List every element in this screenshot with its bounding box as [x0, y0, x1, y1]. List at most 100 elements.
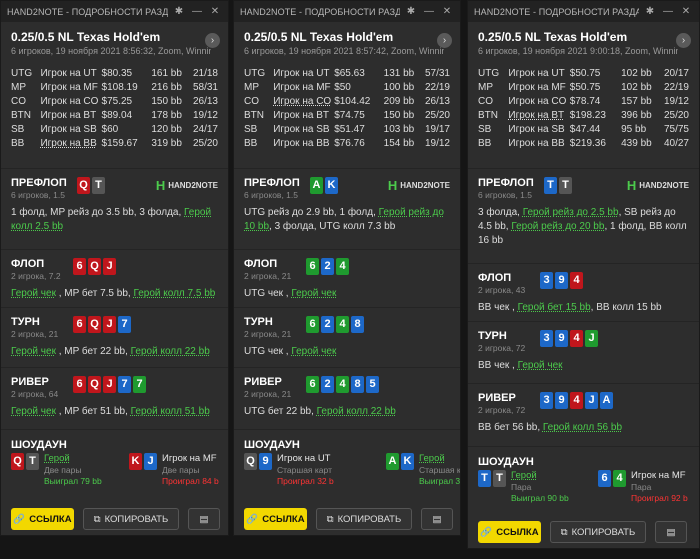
player-stack: $76.76	[334, 137, 365, 149]
river-cards: 6QJ77	[73, 376, 146, 393]
player-stack: $80.35	[101, 67, 133, 79]
player-name[interactable]: Игрок на UT	[40, 66, 101, 80]
player-position: SB	[244, 123, 258, 135]
export-button[interactable]: ▤	[188, 508, 220, 530]
copy-button[interactable]: ⧉ КОПИРОВАТЬ	[550, 521, 646, 543]
player-stack-bb: 100 bb	[383, 81, 415, 93]
hand-header: 0.25/0.5 NL Texas Hold'em 6 игроков, 19 н…	[1, 22, 228, 60]
player-stack-bb: 120 bb	[151, 123, 182, 135]
showdown-section: ШОУДАУН Q T Герой Две пары Выиграл 79 bb K J Игр…	[1, 429, 228, 500]
next-hand-arrow-icon[interactable]: ›	[676, 33, 691, 48]
player-row: UTG Игрок на UT $65.63 131 bb 57/31	[244, 66, 450, 80]
player-stats: 19/12	[192, 109, 218, 121]
playing-card: J	[585, 330, 598, 347]
player-stats: 20/17	[663, 67, 689, 79]
player-stack-bb: 319 bb	[151, 137, 182, 149]
copy-button[interactable]: ⧉ КОПИРОВАТЬ	[316, 508, 412, 530]
link-button[interactable]: 🔗 ССЫЛКА	[11, 508, 74, 530]
playing-card: Q	[77, 177, 90, 194]
link-button[interactable]: 🔗 ССЫЛКА	[478, 521, 541, 543]
player-name[interactable]: Игрок на BT	[273, 108, 334, 122]
minimize-icon[interactable]: —	[661, 6, 675, 17]
player-row: CO Игрок на CO $75.25 150 bb 26/13	[11, 94, 218, 108]
player-stats: 25/20	[663, 109, 689, 121]
player-name[interactable]: Игрок на MF	[273, 80, 334, 94]
river-cards: 394JA	[540, 392, 613, 409]
player-name[interactable]: Игрок на MF	[508, 80, 569, 94]
copy-button[interactable]: ⧉ КОПИРОВАТЬ	[83, 508, 179, 530]
next-hand-arrow-icon[interactable]: ›	[437, 33, 452, 48]
player-name[interactable]: Игрок на UT	[508, 66, 569, 80]
showdown-player-name: Герой	[511, 470, 537, 481]
hand-subtitle: 6 игроков, 19 ноября 2021 8:57:42, Zoom,…	[244, 46, 444, 56]
player-position: UTG	[244, 67, 266, 79]
player-row: CO Игрок на CO $78.74 157 bb 19/12	[478, 94, 689, 108]
player-name[interactable]: Игрок на CO	[508, 94, 569, 108]
player-stack-bb: 439 bb	[621, 137, 652, 149]
playing-card: 9	[259, 453, 272, 470]
playing-card: K	[129, 453, 142, 470]
hand2note-logo-icon: H	[387, 178, 398, 193]
flop-actions: UTG чек , Герой чек	[244, 287, 449, 301]
player-row: BTN Игрок на BT $74.75 150 bb 25/20	[244, 108, 450, 122]
player-name[interactable]: Игрок на BB	[508, 136, 569, 150]
close-icon[interactable]: ✕	[208, 6, 222, 17]
playing-card: 5	[366, 376, 379, 393]
settings-icon[interactable]: ✱	[404, 6, 418, 17]
player-name[interactable]: Игрок на BT	[40, 108, 101, 122]
showdown-title: ШОУДАУН	[11, 439, 67, 451]
player-name[interactable]: Игрок на BB	[40, 136, 101, 150]
minimize-icon[interactable]: —	[422, 6, 436, 17]
playing-card: 6	[598, 470, 611, 487]
showdown-hand-rank: Две пары	[162, 465, 200, 475]
player-stack-bb: 150 bb	[151, 95, 182, 107]
showdown-title: ШОУДАУН	[244, 439, 300, 451]
player-stack: $51.47	[334, 123, 365, 135]
player-row: BB Игрок на BB $76.76 154 bb 19/12	[244, 136, 450, 150]
flop-cards: 624	[306, 258, 349, 275]
player-name[interactable]: Игрок на SB	[273, 122, 334, 136]
settings-icon[interactable]: ✱	[643, 6, 657, 17]
player-name[interactable]: Игрок на MF	[40, 80, 101, 94]
playing-card: K	[401, 453, 414, 470]
hand2note-logo: H HAND2NOTE	[156, 178, 218, 193]
river-section: РИВЕР 2 игрока, 64 6 Q J 7 7 Герой чек , MP бет…	[1, 367, 228, 419]
player-stats: 22/19	[424, 81, 450, 93]
showdown-hand-rank: Пара	[511, 482, 532, 492]
document-icon: ▤	[666, 526, 676, 538]
flop-actions: Герой чек , MP бет 7.5 bb, Герой колл 7.…	[11, 287, 216, 301]
next-hand-arrow-icon[interactable]: ›	[205, 33, 220, 48]
player-row: BTN Игрок на BT $198.23 396 bb 25/20	[478, 108, 689, 122]
playing-card: J	[144, 453, 157, 470]
close-icon[interactable]: ✕	[679, 6, 693, 17]
settings-icon[interactable]: ✱	[172, 6, 186, 17]
link-button[interactable]: 🔗 ССЫЛКА	[244, 508, 307, 530]
player-stack-bb: 209 bb	[383, 95, 415, 107]
playing-card: 9	[555, 272, 568, 289]
player-name[interactable]: Игрок на SB	[40, 122, 101, 136]
minimize-icon[interactable]: —	[190, 6, 204, 17]
close-icon[interactable]: ✕	[440, 6, 454, 17]
flop-section: ФЛОП 2 игрока, 43 3 9 4 BB чек , Герой бет 15…	[468, 263, 699, 315]
action-text: UTG рейз до 2.9 bb, 1 фолд,	[244, 207, 379, 218]
player-position: UTG	[11, 67, 33, 79]
player-name[interactable]: Игрок на BT	[508, 108, 569, 122]
action-text: Герой колл 7.5 bb	[133, 288, 216, 299]
playing-card: T	[559, 177, 572, 194]
copy-button-label: КОПИРОВАТЬ	[337, 513, 402, 525]
player-name[interactable]: Игрок на CO	[40, 94, 101, 108]
player-stack-bb: 102 bb	[621, 67, 652, 79]
turn-cards: 394J	[540, 330, 598, 347]
playing-card: 4	[336, 376, 349, 393]
action-text: 3 фолда,	[478, 207, 523, 218]
showdown-cards: TT	[478, 470, 506, 487]
player-name[interactable]: Игрок на BB	[273, 136, 334, 150]
action-text: , BB колл 15 bb	[590, 302, 662, 313]
export-button[interactable]: ▤	[655, 521, 687, 543]
player-stack: $89.04	[101, 109, 133, 121]
export-button[interactable]: ▤	[421, 508, 453, 530]
player-stats: 40/27	[663, 137, 689, 149]
player-name[interactable]: Игрок на SB	[508, 122, 569, 136]
player-name[interactable]: Игрок на UT	[273, 66, 334, 80]
player-name[interactable]: Игрок на CO	[273, 94, 334, 108]
